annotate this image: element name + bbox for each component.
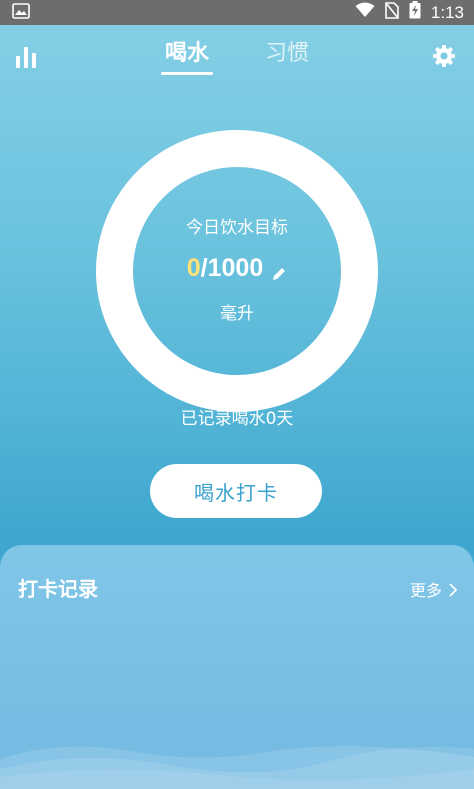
pencil-icon[interactable] bbox=[271, 260, 287, 280]
tab-drink-water[interactable]: 喝水 bbox=[160, 35, 214, 75]
tab-habits[interactable]: 习惯 bbox=[265, 35, 309, 75]
goal-title: 今日饮水目标 bbox=[186, 217, 288, 238]
wave-decoration bbox=[0, 745, 474, 789]
status-bar: 1:13 bbox=[0, 0, 474, 25]
wifi-icon bbox=[355, 2, 375, 23]
image-notification-icon bbox=[12, 2, 30, 23]
records-title: 打卡记录 bbox=[18, 577, 98, 601]
water-goal-ring: 今日饮水目标 0 / 1000 毫升 bbox=[96, 130, 378, 412]
goal-current-amount: 0 bbox=[186, 253, 201, 282]
status-left bbox=[12, 2, 30, 23]
goal-target-amount: 1000 bbox=[207, 253, 264, 282]
app-header: 喝水 习惯 bbox=[0, 25, 474, 85]
goal-values: 0 / 1000 bbox=[187, 254, 287, 283]
tab-bar: 喝水 习惯 bbox=[0, 35, 474, 75]
status-time: 1:13 bbox=[430, 2, 464, 22]
record-days-text: 已记录喝水0天 bbox=[180, 409, 294, 429]
checkin-records-card: 打卡记录 更多 bbox=[0, 545, 474, 789]
more-link[interactable]: 更多 bbox=[410, 577, 458, 601]
status-right: 1:13 bbox=[355, 1, 464, 24]
ring-content: 今日饮水目标 0 / 1000 毫升 bbox=[133, 167, 341, 375]
chevron-right-icon bbox=[448, 582, 458, 597]
goal-separator: / bbox=[200, 253, 208, 282]
no-sim-icon bbox=[385, 1, 399, 24]
gear-icon[interactable] bbox=[432, 44, 456, 68]
more-label: 更多 bbox=[409, 581, 442, 600]
goal-unit: 毫升 bbox=[220, 303, 254, 324]
battery-charging-icon bbox=[409, 1, 421, 24]
drink-checkin-button[interactable]: 喝水打卡 bbox=[150, 464, 322, 518]
